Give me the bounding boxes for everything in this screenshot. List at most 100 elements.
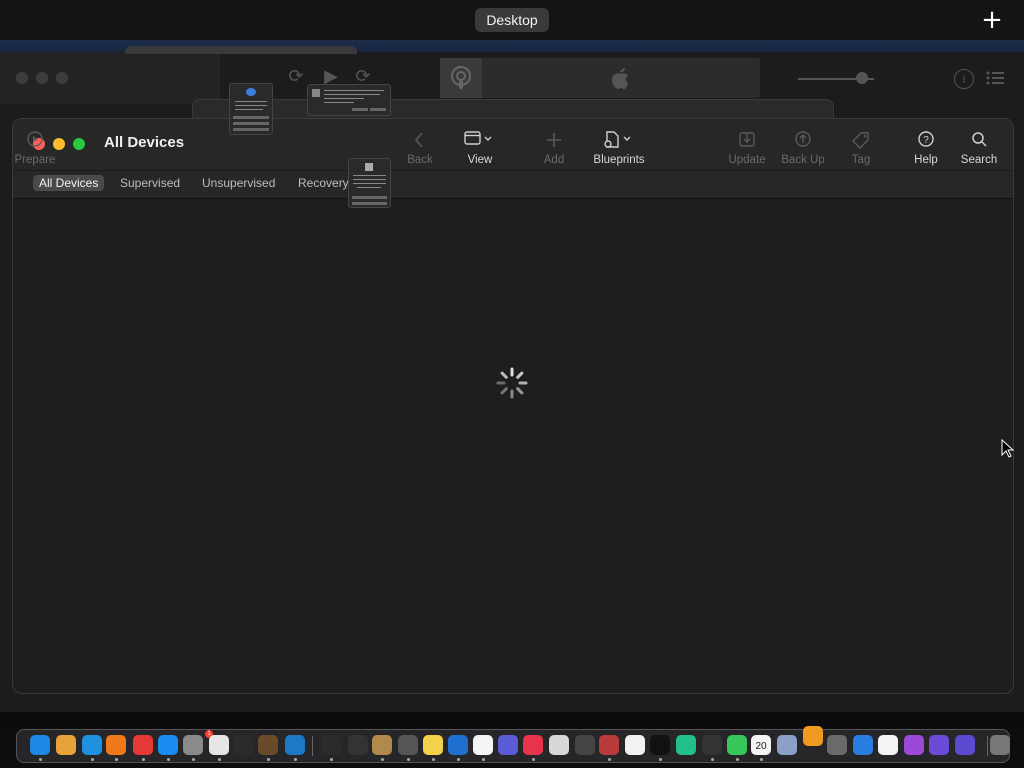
activity-monitor-icon[interactable] (702, 735, 722, 755)
search-button[interactable]: Search (959, 129, 999, 169)
plus-icon (547, 133, 561, 147)
add-button[interactable]: Add (539, 129, 569, 169)
dictionary-icon[interactable] (599, 735, 619, 755)
help-button[interactable]: ? Help (911, 129, 941, 169)
music-titlebar (0, 52, 220, 104)
configurator-icon[interactable] (498, 735, 518, 755)
update-button[interactable]: Update (725, 129, 769, 169)
archive-icon[interactable] (372, 735, 392, 755)
update-icon (739, 132, 755, 147)
view-button[interactable]: View (461, 129, 499, 169)
chess-icon[interactable] (575, 735, 595, 755)
chrome-icon[interactable] (133, 735, 153, 755)
running-indicator (142, 758, 145, 761)
tag-icon (852, 132, 869, 149)
console-icon[interactable] (321, 735, 341, 755)
minimize-icon (36, 72, 48, 84)
cloud-icon[interactable] (448, 735, 468, 755)
dialog-thumbnail[interactable] (229, 83, 273, 135)
visual-studio-icon[interactable] (929, 735, 949, 755)
backup-icon (795, 131, 811, 147)
dialog-thumbnail[interactable] (348, 158, 391, 208)
running-indicator (91, 758, 94, 761)
vscode-icon[interactable] (285, 735, 305, 755)
dock-separator (312, 736, 313, 756)
apple-logo-icon (612, 68, 628, 89)
apple-configurator-window[interactable]: All Devices Back View Add Blueprints Pre… (12, 118, 1014, 694)
reminders-icon[interactable] (473, 735, 493, 755)
now-playing-display (440, 58, 760, 98)
running-indicator (736, 758, 739, 761)
chevron-left-icon (414, 132, 423, 148)
zoom-icon (56, 72, 68, 84)
find-my-icon[interactable] (676, 735, 696, 755)
running-indicator (381, 758, 384, 761)
finder-icon[interactable] (30, 735, 50, 755)
search-icon (972, 132, 987, 147)
running-indicator (167, 758, 170, 761)
back-button[interactable]: Back (405, 129, 435, 169)
script-editor-icon[interactable] (209, 735, 229, 755)
tag-button[interactable]: Tag (847, 129, 875, 169)
messages-icon[interactable] (727, 735, 747, 755)
add-space-button[interactable]: + (980, 6, 1004, 34)
voice-memos-icon[interactable] (348, 735, 368, 755)
running-indicator (482, 758, 485, 761)
dock: 1 20 (16, 726, 1010, 763)
running-indicator (330, 758, 333, 761)
running-indicator (457, 758, 460, 761)
podcasts-icon[interactable] (904, 735, 924, 755)
window-title: All Devices (104, 134, 185, 151)
back-up-button[interactable]: Back Up (779, 129, 827, 169)
podcast-icon (451, 66, 471, 89)
launchpad-icon[interactable] (56, 735, 76, 755)
blueprints-button[interactable]: Blueprints (591, 129, 647, 169)
mission-control-bar: Desktop + (0, 0, 1024, 40)
volume-knob[interactable] (856, 72, 868, 84)
background-window-edge (125, 46, 357, 54)
stocks-icon[interactable] (625, 735, 645, 755)
info-icon: i (954, 69, 974, 89)
books-icon[interactable] (803, 726, 823, 746)
running-indicator (432, 758, 435, 761)
screen-sharing-icon[interactable] (777, 735, 797, 755)
dialog-thumbnail[interactable] (307, 84, 391, 116)
running-indicator (294, 758, 297, 761)
podcast-artwork (440, 58, 482, 98)
tab-unsupervised[interactable]: Unsupervised (196, 175, 281, 191)
running-indicator (711, 758, 714, 761)
system-settings-icon[interactable] (183, 735, 203, 755)
app-store-icon[interactable] (158, 735, 178, 755)
keynote-icon[interactable] (853, 735, 873, 755)
brush-icon[interactable] (258, 735, 278, 755)
safari-icon[interactable] (82, 735, 102, 755)
photo-booth-icon[interactable] (398, 735, 418, 755)
prepare-icon (27, 131, 43, 147)
terminal-icon[interactable] (233, 735, 253, 755)
list-icon (986, 71, 1004, 85)
trash-icon[interactable] (990, 735, 1010, 755)
calculator-icon[interactable] (827, 735, 847, 755)
desktop-space-label[interactable]: Desktop (475, 8, 549, 32)
font-book-icon[interactable] (549, 735, 569, 755)
notes-icon[interactable] (423, 735, 443, 755)
firefox-icon[interactable] (106, 735, 126, 755)
close-icon (16, 72, 28, 84)
tab-recovery[interactable]: Recovery (292, 175, 355, 191)
toolbar: All Devices Back View Add Blueprints Pre… (13, 119, 1013, 199)
news-icon[interactable] (523, 735, 543, 755)
mouse-cursor-icon (1001, 439, 1015, 458)
prepare-button[interactable]: Prepare (13, 129, 57, 169)
tab-all-devices[interactable]: All Devices (33, 175, 105, 191)
tv-icon[interactable] (650, 735, 670, 755)
loading-spinner-icon (496, 367, 528, 399)
tab-supervised[interactable]: Supervised (114, 175, 186, 191)
tabs-divider (13, 170, 1013, 171)
dock-separator (987, 736, 988, 756)
utility-icon[interactable] (955, 735, 975, 755)
zoom-button[interactable] (73, 138, 85, 150)
calendar-icon[interactable]: 20 (751, 735, 771, 755)
running-indicator (608, 758, 611, 761)
clock-icon[interactable] (878, 735, 898, 755)
window-view-icon (464, 131, 492, 145)
